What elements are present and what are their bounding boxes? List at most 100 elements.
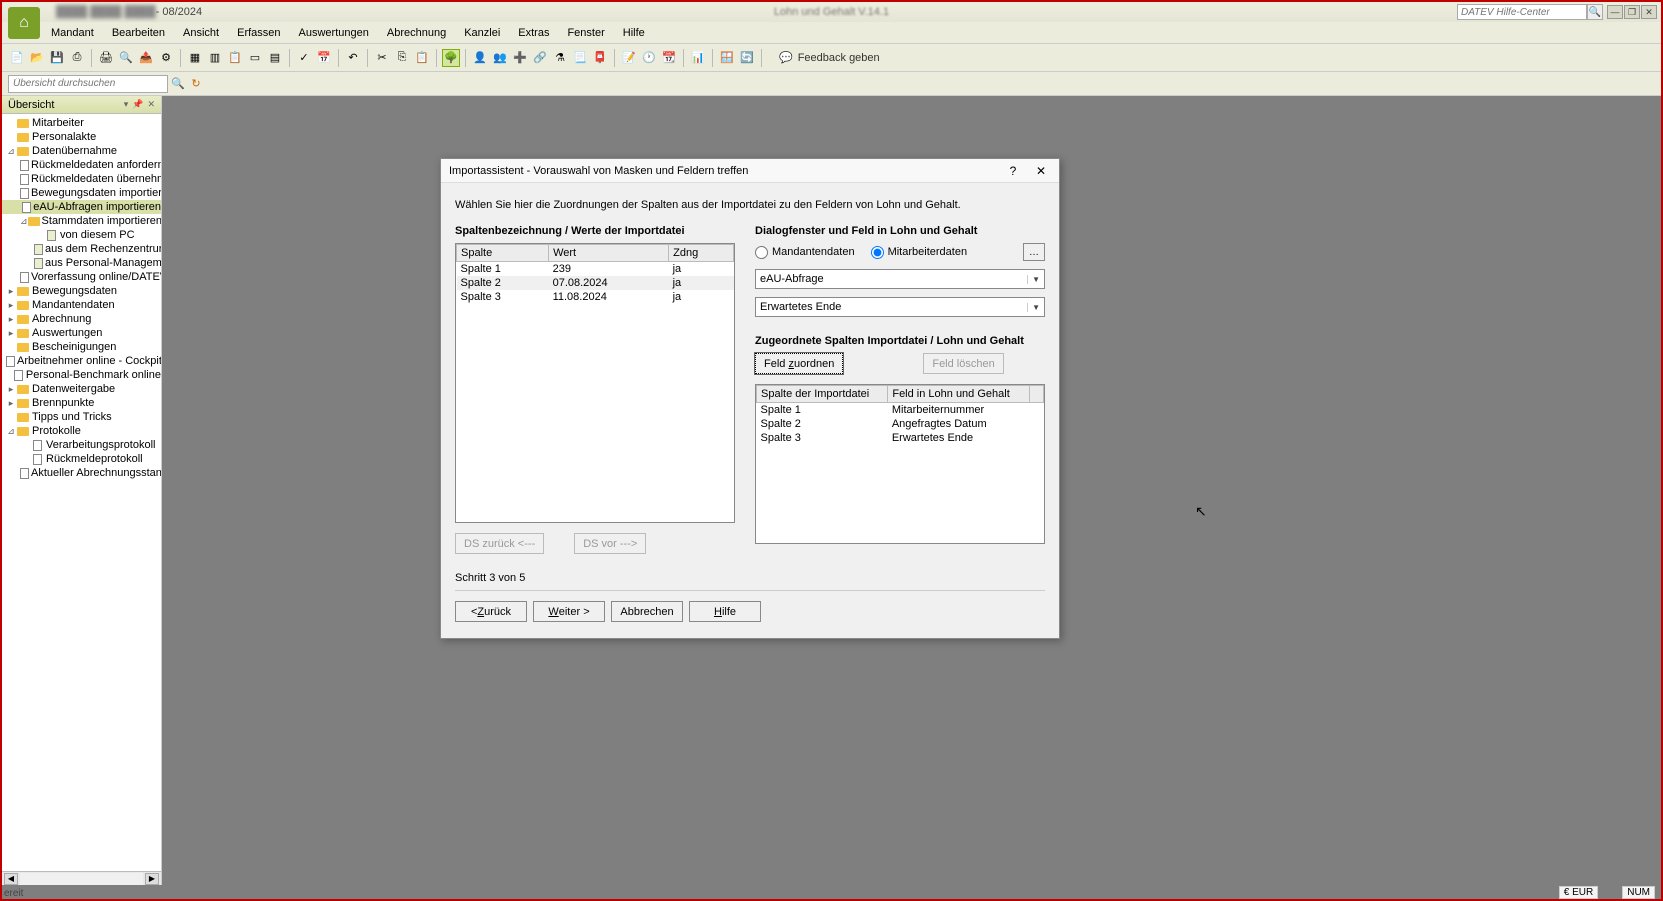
expand-icon[interactable]: ⊿	[6, 146, 16, 157]
toolbar-person-icon[interactable]: 👤	[471, 49, 489, 67]
dialog-close-button[interactable]: ✕	[1031, 164, 1051, 178]
tree-node[interactable]: Bescheinigungen	[2, 340, 161, 354]
column-header[interactable]: Spalte	[457, 245, 549, 262]
toolbar-form-icon[interactable]: ▥	[206, 49, 224, 67]
menu-hilfe[interactable]: Hilfe	[614, 25, 654, 41]
toolbar-page-icon[interactable]: 📃	[571, 49, 589, 67]
feedback-link[interactable]: 💬 Feedback geben	[779, 51, 880, 64]
sidebar-dropdown-icon[interactable]: ▾	[124, 99, 129, 110]
cell[interactable]: Spalte 3	[457, 290, 549, 304]
tree-node[interactable]: ▸Abrechnung	[2, 312, 161, 326]
menu-ansicht[interactable]: Ansicht	[174, 25, 228, 41]
scroll-left-icon[interactable]: ◀	[4, 873, 18, 885]
tree-node[interactable]: aus dem Rechenzentrur	[2, 242, 161, 256]
table-row[interactable]: Spalte 1239ja	[457, 262, 734, 277]
toolbar-export-icon[interactable]: 📤	[137, 49, 155, 67]
toolbar-calendar-icon[interactable]: 📅	[315, 49, 333, 67]
tree-node[interactable]: Rückmeldedaten anfordern	[2, 158, 161, 172]
tree-node[interactable]: ▸Mandantendaten	[2, 298, 161, 312]
tree-node[interactable]: Rückmeldeprotokoll	[2, 452, 161, 466]
ds-back-button[interactable]: DS zurück <---	[455, 533, 544, 554]
tree-node[interactable]: ▸Bewegungsdaten	[2, 284, 161, 298]
table-row[interactable]: Spalte 2Angefragtes Datum	[757, 417, 1044, 431]
import-columns-table[interactable]: SpalteWertZdng Spalte 1239jaSpalte 207.0…	[455, 243, 735, 523]
toolbar-open-icon[interactable]: 📂	[28, 49, 46, 67]
column-header[interactable]: Feld in Lohn und Gehalt	[888, 386, 1030, 403]
expand-icon[interactable]: ▸	[6, 384, 16, 395]
tree-node[interactable]: aus Personal-Managem	[2, 256, 161, 270]
cell[interactable]: Mitarbeiternummer	[888, 403, 1030, 418]
radio-mandantendaten[interactable]: Mandantendaten	[755, 246, 855, 259]
table-row[interactable]: Spalte 207.08.2024ja	[457, 276, 734, 290]
tree-node[interactable]: eAU-Abfragen importieren	[2, 200, 161, 214]
menu-mandant[interactable]: Mandant	[42, 25, 103, 41]
menu-fenster[interactable]: Fenster	[558, 25, 613, 41]
tree-node[interactable]: Rückmeldedaten übernehm	[2, 172, 161, 186]
toolbar-paste-icon[interactable]: 📋	[413, 49, 431, 67]
toolbar-tool-icon[interactable]: ⚙	[157, 49, 175, 67]
cell[interactable]: 07.08.2024	[549, 276, 669, 290]
toolbar-preview-icon[interactable]: 🔍	[117, 49, 135, 67]
toolbar-clock-icon[interactable]: 🕐	[640, 49, 658, 67]
search-icon[interactable]: 🔍	[170, 76, 186, 92]
toolbar-chart-icon[interactable]: 📊	[689, 49, 707, 67]
toolbar-filter-icon[interactable]: ⚗	[551, 49, 569, 67]
cell[interactable]: Angefragtes Datum	[888, 417, 1030, 431]
radio-mitarbeiterdaten[interactable]: Mitarbeiterdaten	[871, 246, 968, 259]
tree-node[interactable]: ⊿Protokolle	[2, 424, 161, 438]
assign-field-button[interactable]: Feld zuordnen	[755, 353, 843, 374]
expand-icon[interactable]: ⊿	[20, 216, 28, 227]
tree-node[interactable]: Aktueller Abrechnungsstan	[2, 466, 161, 480]
sidebar-hscroll[interactable]: ◀ ▶	[2, 871, 161, 885]
toolbar-link-icon[interactable]: 🔗	[531, 49, 549, 67]
help-search-button[interactable]: 🔍	[1587, 4, 1603, 20]
tree-node[interactable]: ▸Brennpunkte	[2, 396, 161, 410]
cell[interactable]: Spalte 3	[757, 431, 888, 445]
expand-icon[interactable]: ▸	[6, 286, 16, 297]
toolbar-note-icon[interactable]: 📝	[620, 49, 638, 67]
toolbar-send-icon[interactable]: 📮	[591, 49, 609, 67]
cell[interactable]: ja	[669, 262, 734, 277]
toolbar-cut-icon[interactable]: ✂	[373, 49, 391, 67]
toolbar-refresh-icon[interactable]: 🔄	[738, 49, 756, 67]
toolbar-doc-icon[interactable]: 📋	[226, 49, 244, 67]
ds-forward-button[interactable]: DS vor --->	[574, 533, 646, 554]
toolbar-card-icon[interactable]: ▤	[266, 49, 284, 67]
window-close-button[interactable]: ✕	[1641, 5, 1657, 19]
tree-node[interactable]: Arbeitnehmer online - Cockpit	[2, 354, 161, 368]
help-search-input[interactable]	[1457, 4, 1587, 20]
toolbar-new-icon[interactable]: 📄	[8, 49, 26, 67]
tree-node[interactable]: Tipps und Tricks	[2, 410, 161, 424]
tree-node[interactable]: Verarbeitungsprotokoll	[2, 438, 161, 452]
expand-icon[interactable]: ▸	[6, 328, 16, 339]
field-browse-button[interactable]: …	[1023, 243, 1045, 261]
mask-combo[interactable]: eAU-Abfrage▼	[755, 269, 1045, 289]
toolbar-grid-icon[interactable]: ▦	[186, 49, 204, 67]
overview-search-input[interactable]	[8, 75, 168, 93]
tree-node[interactable]: Personalakte	[2, 130, 161, 144]
menu-extras[interactable]: Extras	[509, 25, 558, 41]
menu-erfassen[interactable]: Erfassen	[228, 25, 289, 41]
assigned-columns-table[interactable]: Spalte der ImportdateiFeld in Lohn und G…	[755, 384, 1045, 544]
toolbar-tree-icon[interactable]: 🌳	[442, 49, 460, 67]
column-header[interactable]: Wert	[549, 245, 669, 262]
restore-button[interactable]: ❐	[1624, 5, 1640, 19]
next-button[interactable]: Weiter >	[533, 601, 605, 622]
toolbar-add-icon[interactable]: ➕	[511, 49, 529, 67]
table-row[interactable]: Spalte 311.08.2024ja	[457, 290, 734, 304]
expand-icon[interactable]: ⊿	[6, 426, 16, 437]
tree-node[interactable]: ⊿Datenübernahme	[2, 144, 161, 158]
expand-icon[interactable]: ▸	[6, 398, 16, 409]
table-row[interactable]: Spalte 1Mitarbeiternummer	[757, 403, 1044, 418]
toolbar-check-icon[interactable]: ✓	[295, 49, 313, 67]
menu-abrechnung[interactable]: Abrechnung	[378, 25, 455, 41]
delete-field-button[interactable]: Feld löschen	[923, 353, 1003, 374]
toolbar-save-icon[interactable]: 💾	[48, 49, 66, 67]
toolbar-print-icon[interactable]: 🖨	[97, 49, 115, 67]
tree[interactable]: MitarbeiterPersonalakte⊿DatenübernahmeRü…	[2, 114, 161, 871]
expand-icon[interactable]: ▸	[6, 314, 16, 325]
sidebar-close-icon[interactable]: ✕	[147, 99, 155, 110]
cancel-button[interactable]: Abbrechen	[611, 601, 683, 622]
cell[interactable]: ja	[669, 276, 734, 290]
toolbar-group-icon[interactable]: 👥	[491, 49, 509, 67]
